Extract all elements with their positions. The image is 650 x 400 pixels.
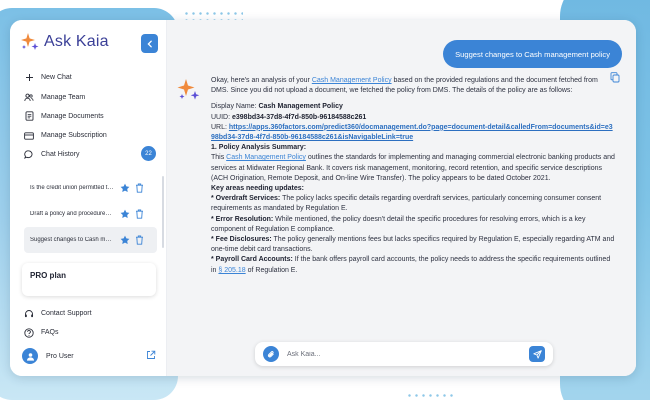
nav-manage-subscription[interactable]: Manage Subscription xyxy=(24,126,159,145)
policy-link[interactable]: Cash Management Policy xyxy=(226,154,306,161)
trash-icon[interactable] xyxy=(135,183,144,193)
star-icon[interactable] xyxy=(120,183,130,193)
summary-paragraph: This Cash Management Policy outlines the… xyxy=(211,154,615,182)
card-icon xyxy=(24,131,34,141)
chat-history-list: Is the credit union permitted to ... Dra… xyxy=(24,175,157,253)
chat-count-badge: 22 xyxy=(141,146,156,161)
policy-link[interactable]: Cash Management Policy xyxy=(312,77,392,84)
nav-label: Manage Team xyxy=(41,93,86,101)
user-profile[interactable]: Pro User xyxy=(22,346,158,366)
key-areas-heading: Key areas needing updates: xyxy=(211,185,304,193)
sidebar: Ask Kaia New Chat Manage Team Manage Doc… xyxy=(10,20,167,376)
history-scrollbar[interactable] xyxy=(162,176,164,248)
nav-contact-support[interactable]: Contact Support xyxy=(24,304,159,323)
attach-button[interactable] xyxy=(263,346,279,362)
history-item-active[interactable]: Suggest changes to Cash management ... xyxy=(24,227,157,253)
star-icon[interactable] xyxy=(120,235,130,245)
app-window: Ask Kaia New Chat Manage Team Manage Doc… xyxy=(10,20,636,376)
app-backdrop: Ask Kaia New Chat Manage Team Manage Doc… xyxy=(0,0,650,400)
message-input[interactable] xyxy=(287,350,529,358)
display-name-line: Display Name: Cash Management Policy xyxy=(211,103,343,111)
send-button[interactable] xyxy=(529,346,545,362)
sidebar-nav: New Chat Manage Team Manage Documents Ma… xyxy=(24,68,159,146)
regulation-link[interactable]: § 205.18 xyxy=(218,267,245,274)
message-composer xyxy=(255,342,553,366)
brand-name: Ask Kaia xyxy=(44,33,109,50)
chevron-left-icon xyxy=(146,40,152,47)
chat-panel: Suggest changes to Cash management polic… xyxy=(167,20,636,376)
sidebar-footer: Contact Support FAQs xyxy=(24,304,159,342)
trash-icon[interactable] xyxy=(135,235,144,245)
update-item: * Fee Disclosures: The policy generally … xyxy=(211,236,615,254)
nav-manage-team[interactable]: Manage Team xyxy=(24,87,159,106)
history-item[interactable]: Is the credit union permitted to ... xyxy=(24,175,157,201)
nav-label: Manage Documents xyxy=(41,112,104,120)
star-icon[interactable] xyxy=(120,209,130,219)
chat-bubble-icon xyxy=(24,149,34,159)
headset-icon xyxy=(24,309,34,319)
nav-faqs[interactable]: FAQs xyxy=(24,323,159,342)
pro-plan-card: PRO plan xyxy=(22,263,156,296)
nav-new-chat[interactable]: New Chat xyxy=(24,68,159,87)
team-icon xyxy=(24,92,34,102)
external-link-icon[interactable] xyxy=(146,350,156,360)
decorative-dots xyxy=(406,392,456,400)
chat-history-label: Chat History xyxy=(41,150,80,158)
nav-label: FAQs xyxy=(41,329,59,336)
uuid-line: UUID: e398bd34-37d8-4f7d-850b-96184588c2… xyxy=(211,113,367,121)
section-heading: 1. Policy Analysis Summary: xyxy=(211,144,307,152)
reply-intro: Okay, here's an analysis of your Cash Ma… xyxy=(211,77,598,95)
user-name: Pro User xyxy=(46,352,74,360)
kaia-sparkle-avatar-icon xyxy=(177,79,200,100)
update-item: * Overdraft Services: The policy lacks s… xyxy=(211,195,602,213)
paperclip-icon xyxy=(267,350,274,357)
history-item[interactable]: Draft a policy and procedures ... xyxy=(24,201,157,227)
trash-icon[interactable] xyxy=(135,209,144,219)
collapse-sidebar-button[interactable] xyxy=(141,34,158,53)
update-item: * Payroll Card Accounts: If the bank off… xyxy=(211,256,611,274)
nav-manage-documents[interactable]: Manage Documents xyxy=(24,107,159,126)
avatar xyxy=(22,348,38,364)
kaia-sparkle-logo-icon xyxy=(21,33,39,50)
nav-label: Manage Subscription xyxy=(41,132,107,140)
document-url-link[interactable]: https://apps.360factors.com/predict360/d… xyxy=(211,124,613,141)
plus-icon xyxy=(24,73,34,83)
user-message-bubble: Suggest changes to Cash management polic… xyxy=(443,40,622,68)
help-icon xyxy=(24,327,34,338)
send-icon xyxy=(532,349,542,359)
chat-history-header[interactable]: Chat History 22 xyxy=(24,146,156,162)
nav-label: New Chat xyxy=(41,74,72,82)
url-line: URL: https://apps.360factors.com/predict… xyxy=(211,123,613,142)
brand: Ask Kaia xyxy=(20,32,109,52)
user-icon xyxy=(26,352,34,361)
assistant-reply: Okay, here's an analysis of your Cash Ma… xyxy=(205,76,616,328)
nav-label: Contact Support xyxy=(41,310,92,317)
history-item-title: Suggest changes to Cash management ... xyxy=(30,237,114,243)
history-item-title: Draft a policy and procedures ... xyxy=(30,211,114,217)
document-icon xyxy=(24,111,34,122)
history-item-title: Is the credit union permitted to ... xyxy=(30,185,114,191)
update-item: * Error Resolution: While mentioned, the… xyxy=(211,215,586,233)
